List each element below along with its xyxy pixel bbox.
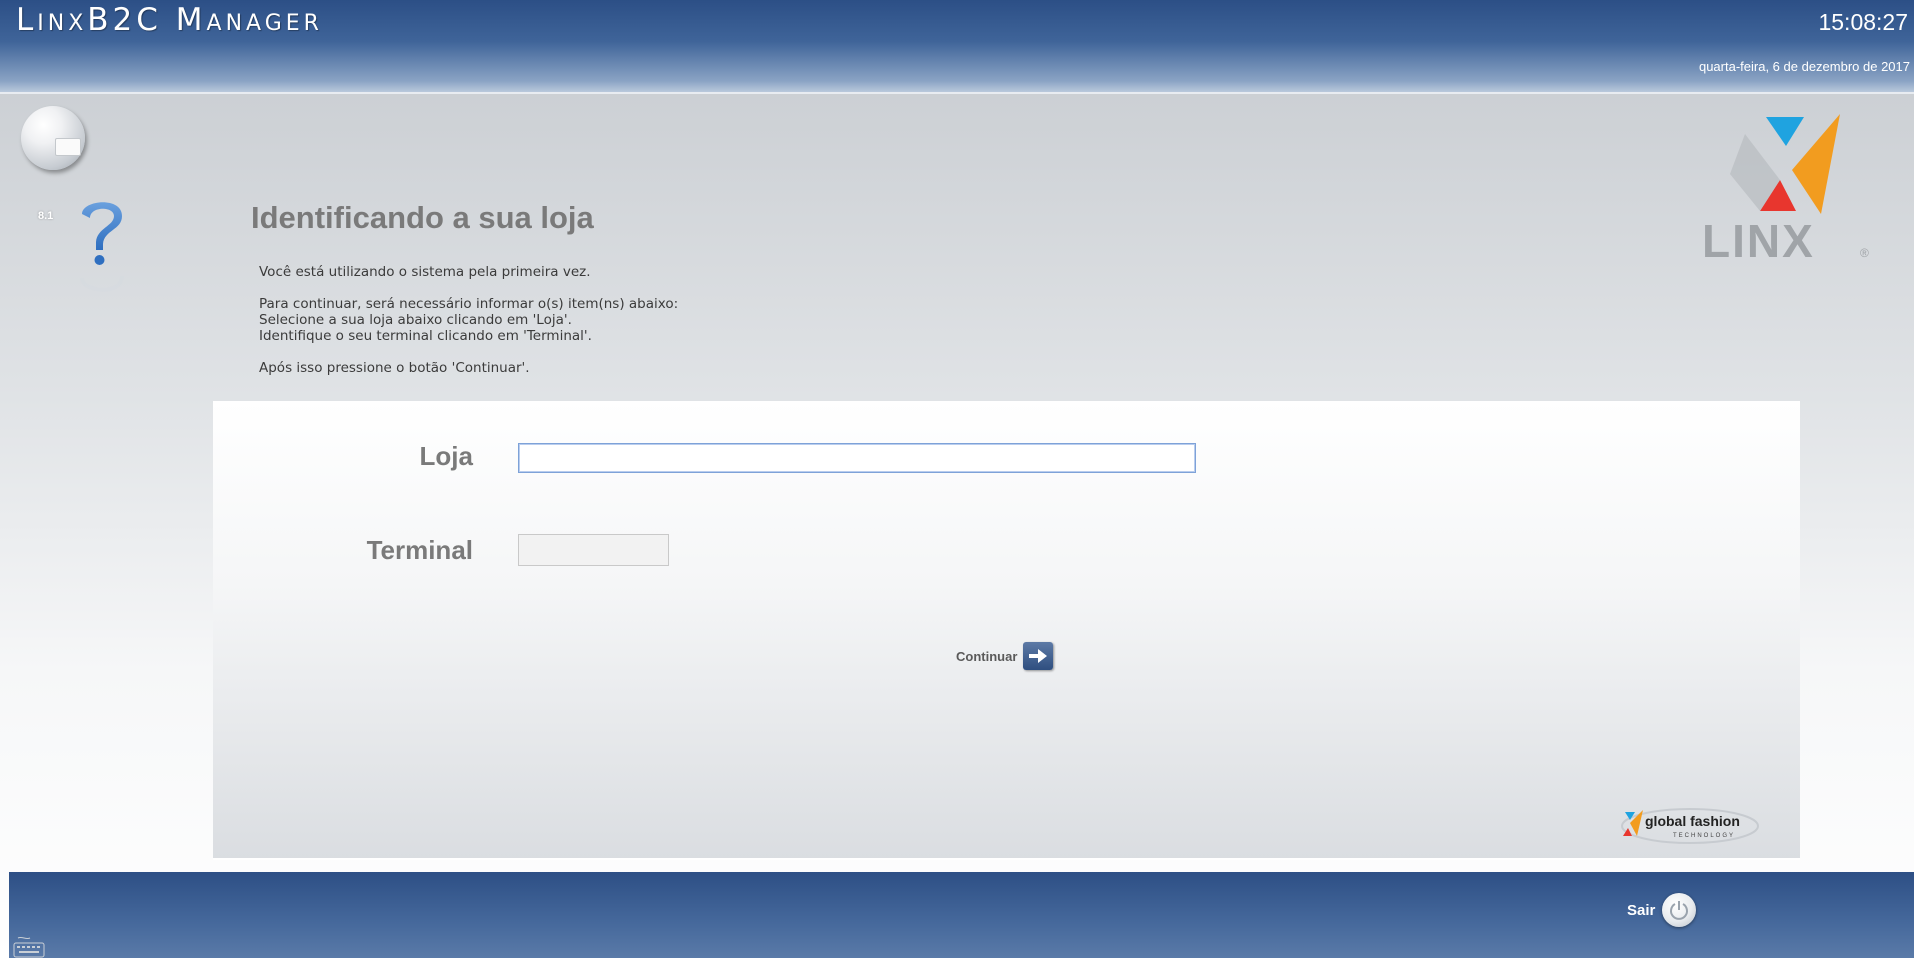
continue-label: Continuar: [956, 648, 1018, 664]
terminal-label: Terminal: [366, 535, 473, 565]
flag-icon: [55, 138, 81, 156]
arrow-right-icon: [1023, 642, 1054, 670]
power-icon: [1662, 893, 1697, 927]
keyboard-icon[interactable]: [12, 936, 46, 958]
global-fashion-logo: global fashion TECHNOLOGY: [1621, 808, 1759, 844]
continue-button[interactable]: Continuar: [956, 641, 1054, 671]
svg-text:®: ®: [1860, 246, 1869, 260]
exit-button[interactable]: Sair: [1627, 893, 1697, 927]
intro-line-2: Para continuar, será necessário informar…: [259, 296, 679, 312]
form-divider: [213, 858, 1800, 860]
version-label: 8.1: [38, 210, 54, 222]
intro-line-3: Selecione a sua loja abaixo clicando em …: [259, 312, 572, 328]
globe-icon[interactable]: [21, 106, 85, 170]
app-title: LinxB2C Manager: [16, 2, 323, 38]
question-mark-icon[interactable]: [72, 196, 132, 296]
intro-line-4: Identifique o seu terminal clicando em '…: [259, 328, 592, 344]
exit-label: Sair: [1627, 901, 1656, 919]
date-label: quarta-feira, 6 de dezembro de 2017: [1698, 59, 1910, 74]
linx-logo: LINX ®: [1702, 114, 1869, 262]
clock: 15:08:27: [1818, 9, 1908, 35]
gft-tagline: TECHNOLOGY: [1673, 833, 1735, 839]
gft-name: global fashion: [1645, 813, 1740, 829]
intro-line-1: Você está utilizando o sistema pela prim…: [259, 264, 591, 280]
header-bar: LinxB2C Manager 15:08:27 quarta-feira, 6…: [0, 0, 1914, 94]
page-title: Identificando a sua loja: [251, 200, 594, 235]
intro-line-5: Após isso pressione o botão 'Continuar'.: [259, 360, 530, 376]
loja-input[interactable]: [518, 443, 1196, 473]
linx-wordmark: LINX: [1702, 215, 1815, 262]
terminal-input[interactable]: [518, 534, 669, 566]
loja-label: Loja: [419, 441, 473, 471]
